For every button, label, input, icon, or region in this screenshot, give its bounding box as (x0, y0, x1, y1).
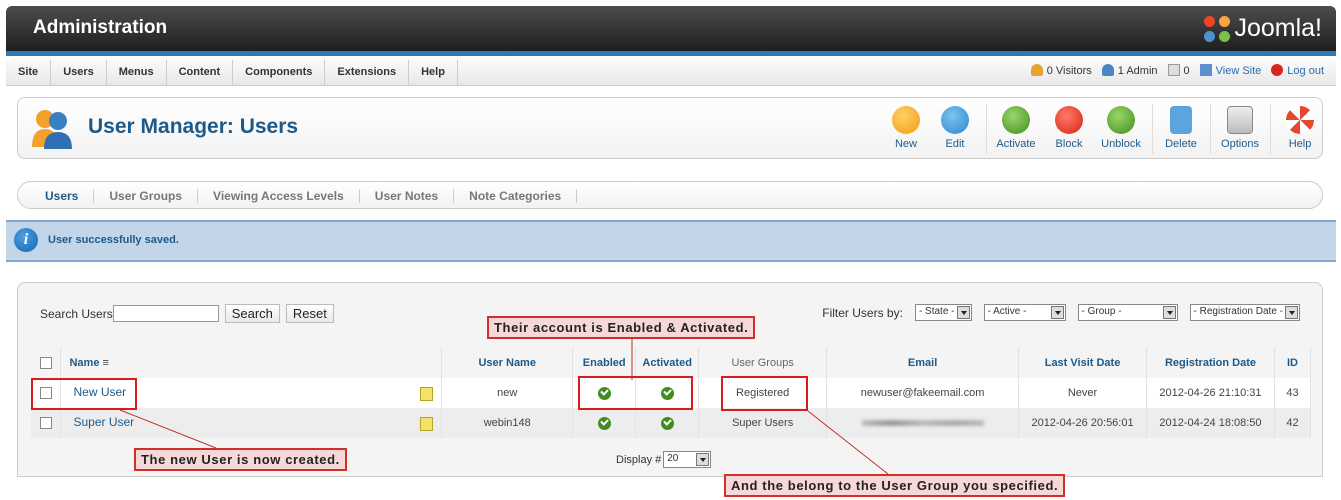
user-group-callout: And the belong to the User Group you spe… (724, 474, 1066, 497)
enabled-activated-highlight (578, 376, 693, 410)
user-group-highlight (721, 376, 808, 411)
new-user-highlight (31, 378, 137, 410)
enabled-activated-callout: Their account is Enabled & Activated. (487, 316, 756, 339)
new-user-callout: The new User is now created. (134, 448, 347, 471)
annotation-lines (119, 339, 889, 475)
